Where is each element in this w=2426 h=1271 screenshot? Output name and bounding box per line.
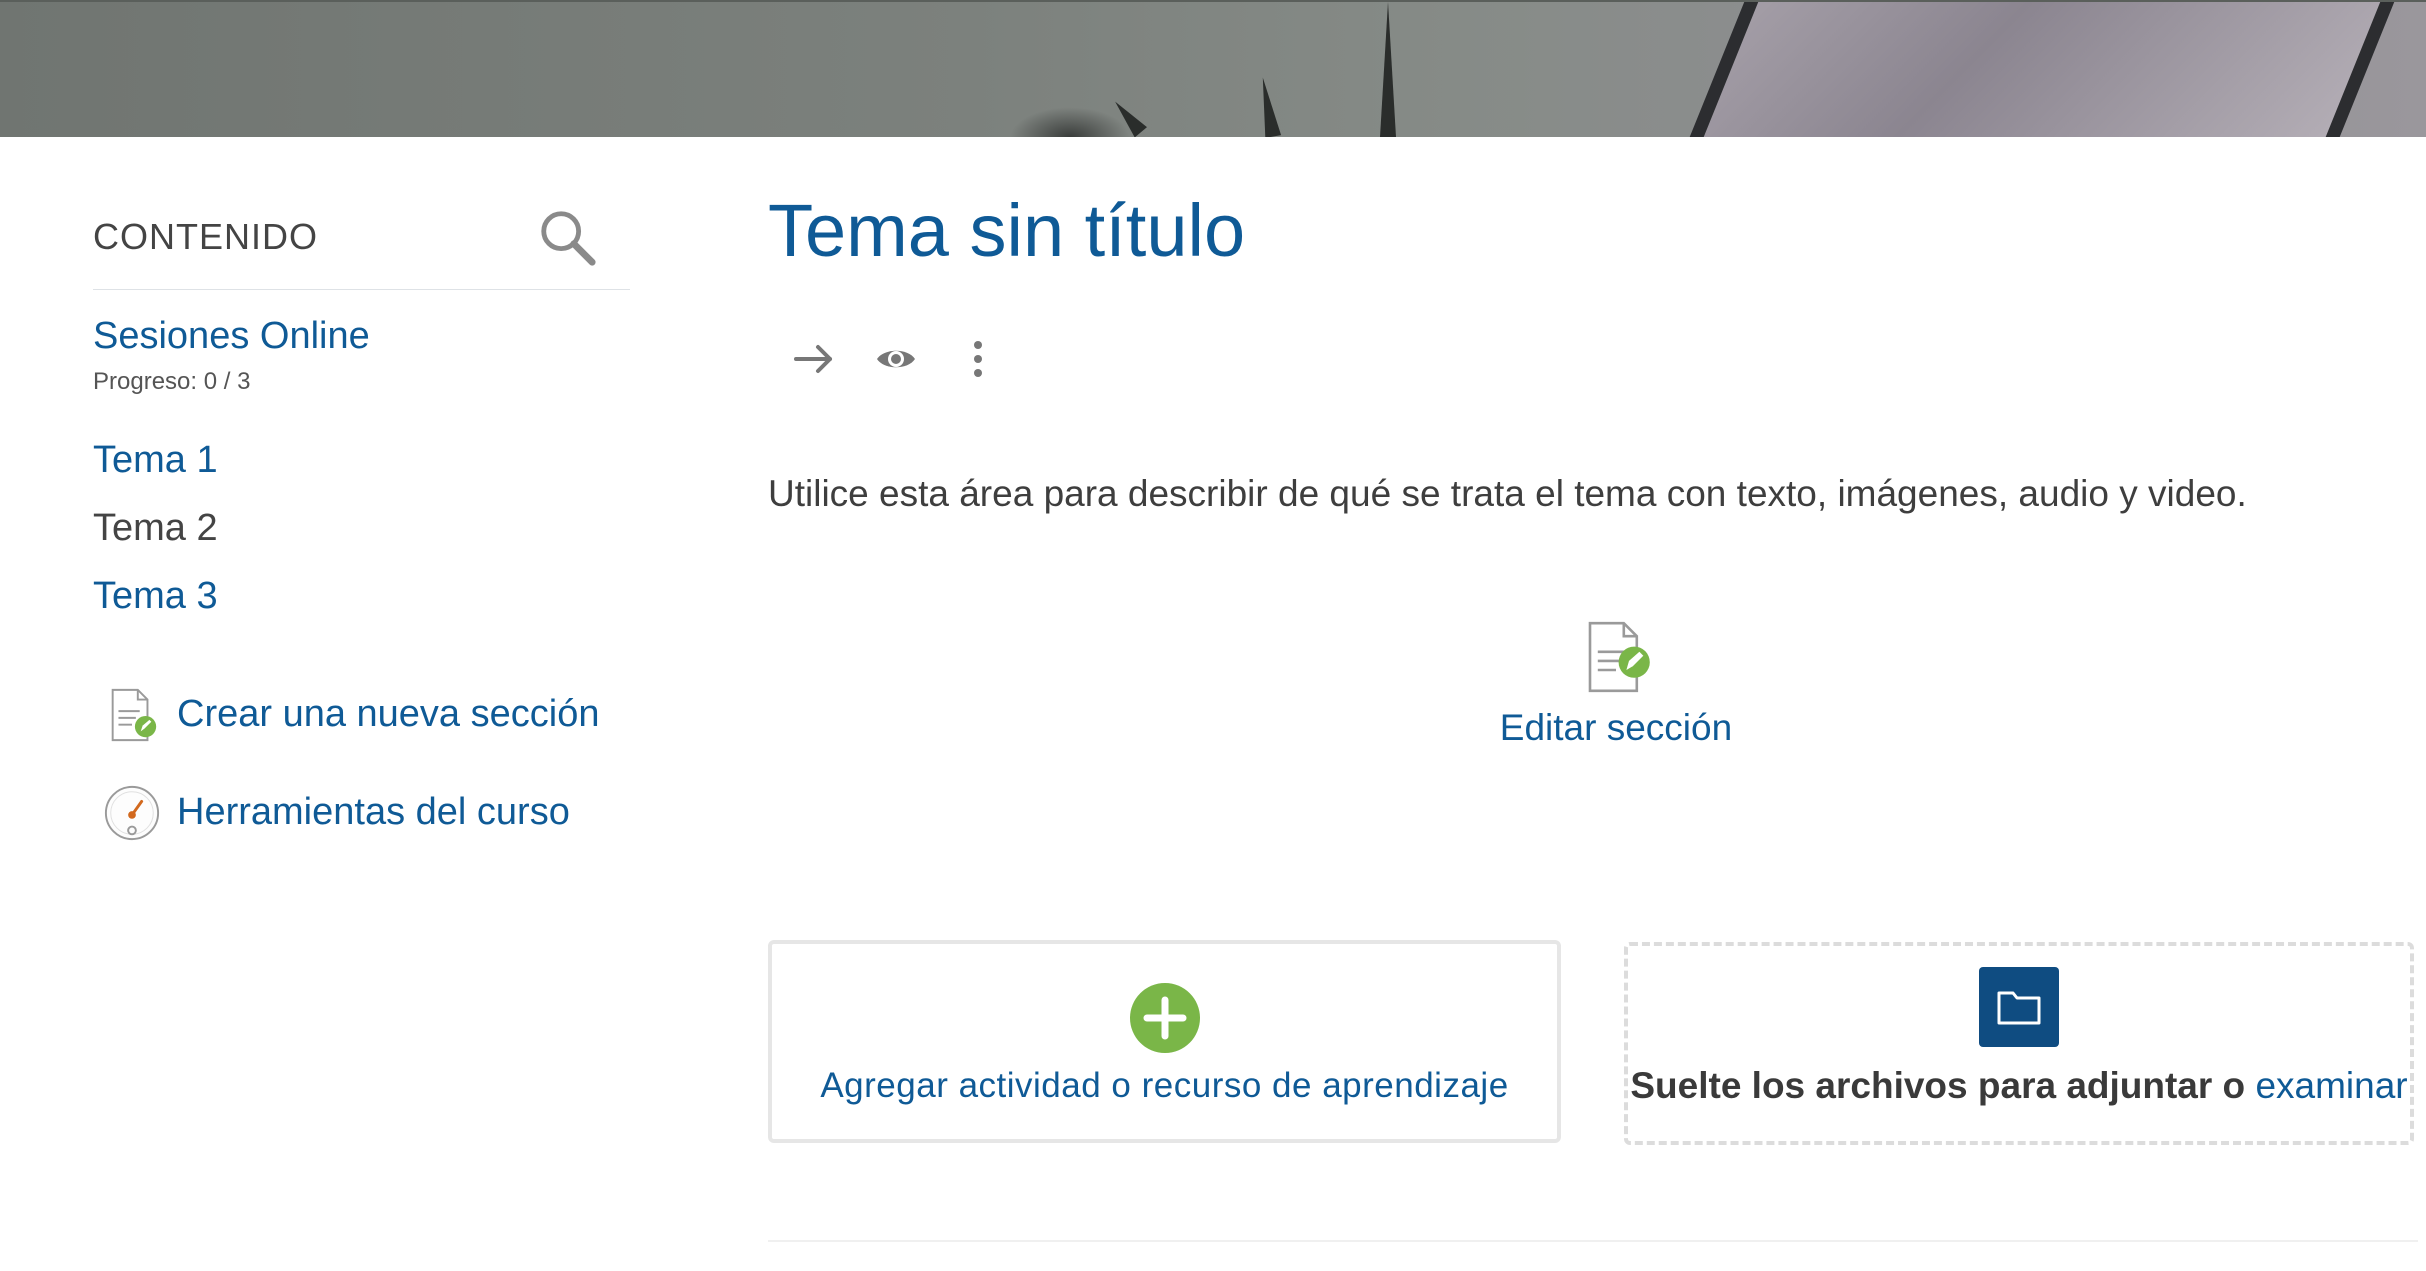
add-activity-label: Agregar actividad o recurso de aprendiza…: [820, 1065, 1509, 1105]
dropzone-text: Suelte los archivos para adjuntar o exam…: [1630, 1065, 2407, 1107]
course-index-section: Sesiones Online Progreso: 0 / 3: [93, 314, 630, 396]
browse-link[interactable]: examinar: [2255, 1065, 2407, 1106]
course-tools-label: Herramientas del curso: [177, 791, 570, 834]
file-dropzone[interactable]: Suelte los archivos para adjuntar o exam…: [1624, 942, 2414, 1145]
page-title: Tema sin título: [768, 189, 1246, 272]
section-link-sesiones-online[interactable]: Sesiones Online: [93, 314, 630, 360]
edit-document-icon: [111, 688, 157, 741]
section-menu-button[interactable]: [956, 337, 1000, 381]
dropzone-instructions: Suelte los archivos para adjuntar o: [1630, 1064, 2246, 1106]
banner-plant-leaf: [1254, 76, 1282, 137]
edit-section-link[interactable]: Editar sección: [1476, 618, 1756, 749]
visibility-button[interactable]: [874, 337, 918, 381]
add-activity-button[interactable]: Agregar actividad o recurso de aprendiza…: [768, 940, 1561, 1143]
course-header-banner: [0, 0, 2426, 137]
drawer-header: CONTENIDO: [93, 190, 630, 290]
banner-plant-leaf: [1380, 2, 1396, 137]
section-progress: Progreso: 0 / 3: [93, 367, 251, 395]
plus-circle-icon: [1129, 982, 1200, 1053]
folder-button[interactable]: [1979, 966, 2059, 1047]
course-index-drawer: CONTENIDO Sesiones Online Progreso: 0 / …: [93, 190, 630, 848]
course-index: Sesiones Online Progreso: 0 / 3 Tema 1 T…: [93, 314, 630, 630]
course-index-item-tema-2[interactable]: Tema 2: [93, 494, 630, 562]
move-section-button[interactable]: [792, 337, 836, 381]
arrow-right-icon: [794, 345, 832, 374]
gauge-icon: [104, 785, 160, 840]
folder-icon: [1997, 991, 2041, 1024]
section-summary: Utilice esta área para describir de qué …: [768, 473, 2247, 515]
course-index-item-tema-3[interactable]: Tema 3: [93, 562, 630, 630]
create-section-label: Crear una nueva sección: [177, 693, 600, 736]
banner-device-image: [1671, 2, 2419, 137]
section-divider: [768, 1240, 2418, 1242]
course-page: CONTENIDO Sesiones Online Progreso: 0 / …: [0, 0, 2426, 1271]
course-section: Tema sin título Utilice esta área para d…: [768, 189, 2418, 1242]
drawer-title: CONTENIDO: [93, 215, 318, 257]
course-tools-button[interactable]: Herramientas del curso: [103, 778, 630, 848]
edit-document-icon: [1588, 621, 1650, 693]
search-icon[interactable]: [536, 206, 598, 268]
edit-section-label: Editar sección: [1499, 707, 1733, 748]
section-actions: [792, 337, 2418, 381]
create-section-button[interactable]: Crear una nueva sección: [103, 680, 630, 750]
course-index-item-tema-1[interactable]: Tema 1: [93, 426, 630, 494]
kebab-menu-icon: [974, 341, 982, 378]
eye-icon: [877, 351, 915, 368]
